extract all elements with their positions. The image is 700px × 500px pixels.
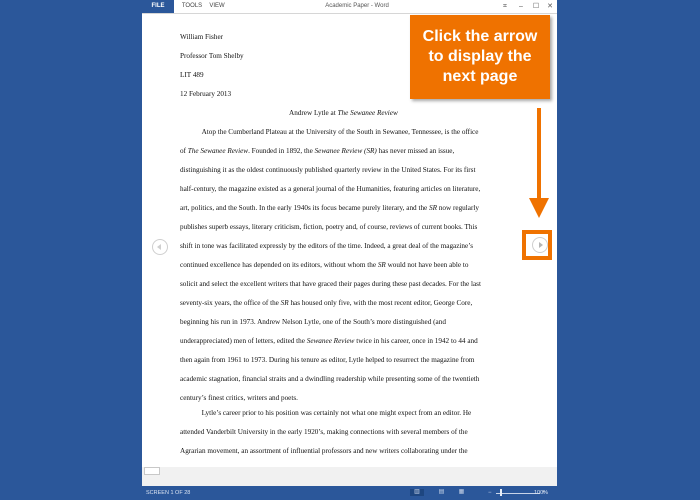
minimize-button[interactable]: – — [515, 0, 527, 13]
course-code: LIT 489 — [180, 71, 204, 79]
text-run: . Founded in 1892, the — [248, 147, 315, 155]
italic-text: SR — [377, 261, 386, 269]
italic-text: SR — [429, 204, 438, 212]
text-run: has housed only five, with the most rece… — [288, 299, 473, 307]
window-title: Academic Paper - Word — [325, 3, 389, 9]
text-run: century’s finest critics, writers and po… — [180, 394, 298, 402]
horizontal-scrollbar[interactable] — [142, 467, 557, 486]
body-line: attended Vanderbilt University in the ea… — [180, 428, 468, 436]
instruction-callout: Click the arrow to display the next page — [410, 15, 550, 99]
text-run: beginning his run in 1973. Andrew Nelson… — [180, 318, 446, 326]
text-run: twice in his career, once in 1942 to 44 … — [354, 337, 478, 345]
text-run: Lytle’s career prior to his position was… — [180, 409, 472, 417]
tab-tools[interactable]: TOOLS — [180, 0, 204, 13]
page-indicator: SCREEN 1 OF 28 — [146, 490, 191, 496]
text-run: of — [180, 147, 188, 155]
paper-title: Andrew Lytle at The Sewanee Review — [289, 109, 398, 117]
professor-name: Professor Tom Shelby — [180, 52, 244, 60]
body-line: Agrarian movement, an assortment of infl… — [180, 447, 468, 455]
previous-page-button[interactable] — [152, 239, 168, 255]
scrollbar-thumb[interactable] — [144, 467, 160, 475]
print-layout-icon[interactable]: ▤ — [438, 489, 445, 496]
title-bar: FILE TOOLS VIEW Academic Paper - Word ⌗ … — [142, 0, 557, 14]
body-line: shift in tone was facilitated expressly … — [180, 242, 473, 250]
web-layout-icon[interactable]: ▦ — [458, 489, 465, 496]
text-run: would not have been able to — [385, 261, 469, 269]
text-run: half-century, the magazine existed as a … — [180, 185, 481, 193]
body-line: century’s finest critics, writers and po… — [180, 394, 298, 402]
italic-text: Sewanee Review (SR) — [314, 147, 377, 155]
maximize-button[interactable]: ☐ — [530, 0, 542, 13]
text-run: attended Vanderbilt University in the ea… — [180, 428, 468, 436]
paper-title-text: Andrew Lytle at — [289, 109, 338, 117]
text-run: then again from 1961 to 1973. During his… — [180, 356, 475, 364]
text-run: Agrarian movement, an assortment of infl… — [180, 447, 468, 455]
read-mode-icon[interactable]: ▥ — [410, 489, 424, 496]
text-run: now regularly — [437, 204, 479, 212]
status-bar: SCREEN 1 OF 28 ▥ ▤ ▦ − + — [142, 486, 557, 500]
paper-title-italic: The Sewanee Review — [337, 109, 398, 117]
zoom-slider-thumb[interactable] — [500, 489, 503, 496]
text-run: continued excellence has depended on its… — [180, 261, 378, 269]
italic-text: Sewanee Review — [306, 337, 355, 345]
tab-view[interactable]: VIEW — [208, 0, 226, 13]
body-line: underappreciated) men of letters, edited… — [180, 337, 478, 345]
body-line: beginning his run in 1973. Andrew Nelson… — [180, 318, 446, 326]
next-button-highlight — [522, 230, 552, 260]
zoom-level[interactable]: 100% — [534, 486, 548, 500]
callout-text: Click the arrow to display the next page — [422, 28, 538, 85]
callout-arrow-shaft — [537, 108, 541, 200]
body-line: half-century, the magazine existed as a … — [180, 185, 480, 193]
body-line: solicit and select the excellent writers… — [180, 280, 481, 288]
body-line: distinguishing it as the oldest continuo… — [180, 166, 475, 174]
text-run: publishes superb essays, literary critic… — [180, 223, 478, 231]
zoom-out-button[interactable]: − — [488, 486, 492, 500]
body-line: art, politics, and the South. In the ear… — [180, 204, 479, 212]
text-run: seventy-six years, the office of the — [180, 299, 281, 307]
italic-text: The Sewanee Review — [187, 147, 249, 155]
arrow-left-icon — [157, 244, 161, 250]
body-line: seventy-six years, the office of the SR … — [180, 299, 472, 307]
body-line: Lytle’s career prior to his position was… — [180, 409, 472, 417]
body-line: then again from 1961 to 1973. During his… — [180, 356, 475, 364]
text-run: distinguishing it as the oldest continuo… — [180, 166, 476, 174]
text-run: academic stagnation, financial straits a… — [180, 375, 480, 383]
text-run: Atop the Cumberland Plateau at the Unive… — [180, 128, 479, 136]
italic-text: SR — [280, 299, 289, 307]
restore-icon[interactable]: ⌗ — [499, 0, 511, 13]
text-run: underappreciated) men of letters, edited… — [180, 337, 307, 345]
date: 12 February 2013 — [180, 90, 232, 98]
body-line: of The Sewanee Review. Founded in 1892, … — [180, 147, 454, 155]
text-run: solicit and select the excellent writers… — [180, 280, 481, 288]
callout-arrow-icon — [529, 198, 549, 218]
body-line: academic stagnation, financial straits a… — [180, 375, 479, 383]
text-run: art, politics, and the South. In the ear… — [180, 204, 430, 212]
text-run: has never missed an issue, — [376, 147, 455, 155]
body-line: publishes superb essays, literary critic… — [180, 223, 477, 231]
body-line: Atop the Cumberland Plateau at the Unive… — [180, 128, 479, 136]
body-line: continued excellence has depended on its… — [180, 261, 468, 269]
text-run: shift in tone was facilitated expressly … — [180, 242, 473, 250]
author-name: William Fisher — [180, 33, 224, 41]
close-button[interactable]: ✕ — [544, 0, 556, 13]
tab-file[interactable]: FILE — [142, 0, 174, 13]
